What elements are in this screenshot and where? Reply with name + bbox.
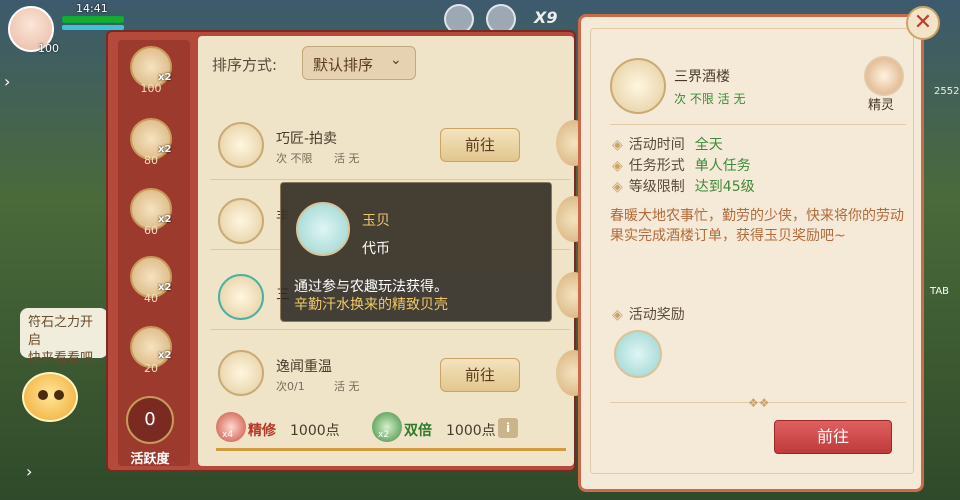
detail-row-key: 等级限制 xyxy=(628,179,685,195)
list-item-times: 次 不限 xyxy=(276,152,313,165)
expand-chat-arrow-icon[interactable]: › xyxy=(26,462,32,481)
notification-bubble[interactable]: 符石之力开启 快来看看吧 xyxy=(20,308,108,366)
tooltip-item-type: 代币 xyxy=(362,241,390,257)
detail-row: ◈ 等级限制 达到45级 xyxy=(612,176,755,196)
activity-reward-points: 80 xyxy=(144,154,158,167)
close-icon[interactable]: ✕ xyxy=(906,6,940,40)
item-icon xyxy=(218,198,264,244)
sort-label: 排序方式: xyxy=(212,56,278,74)
detail-row: ◈ 任务形式 单人任务 xyxy=(612,155,751,175)
chevron-down-icon: ⌄ xyxy=(390,52,402,68)
mascot-eye xyxy=(54,390,64,400)
detail-row-value: 达到45级 xyxy=(694,179,755,195)
list-item-active: 活 无 xyxy=(334,152,360,165)
clock-time: 14:41 xyxy=(76,2,108,15)
activity-reward-mult: x2 xyxy=(158,350,172,361)
detail-row-key: 任务形式 xyxy=(628,158,685,174)
detail-row-value: 全天 xyxy=(694,137,723,153)
mascot-icon[interactable] xyxy=(22,372,78,422)
refine-points: 1000点 xyxy=(290,423,340,439)
reward-heading-text: 活动奖励 xyxy=(628,307,685,323)
scroll-icon xyxy=(218,350,264,396)
auction-icon xyxy=(218,122,264,168)
multiplier-badge[interactable]: X9 xyxy=(534,8,557,27)
go-button[interactable]: 前往 xyxy=(440,128,520,162)
tooltip-flavor: 辛勤汗水换来的精致贝壳 xyxy=(294,297,448,313)
sprite-icon[interactable] xyxy=(864,56,904,96)
ornament-icon: ❖❖ xyxy=(748,396,770,410)
hp-bar xyxy=(62,16,124,23)
tooltip-desc: 通过参与农趣玩法获得。 xyxy=(294,279,448,295)
go-button[interactable]: 前往 xyxy=(440,358,520,392)
list-item-name: 巧匠-拍卖 xyxy=(276,131,338,147)
reward-heading: ◈ 活动奖励 xyxy=(612,304,685,324)
activity-reward-points: 20 xyxy=(144,362,158,375)
diamond-icon: ◈ xyxy=(612,307,623,323)
double-mult: x2 xyxy=(378,430,390,440)
tavern-icon xyxy=(218,274,264,320)
detail-row: ◈ 活动时间 全天 xyxy=(612,134,723,154)
refine-label: 精修 xyxy=(248,423,276,439)
expand-arrow-icon[interactable]: › xyxy=(4,72,10,91)
list-item-active: 活 无 xyxy=(334,380,360,393)
mascot-eye xyxy=(38,390,48,400)
detail-row-key: 活动时间 xyxy=(628,137,685,153)
player-level: 100 xyxy=(38,42,59,55)
detail-description: 春暖大地农事忙，勤劳的少侠，快来将你的劳动果实完成酒楼订单，获得玉贝奖励吧~ xyxy=(610,208,904,244)
tooltip-item-name: 玉贝 xyxy=(362,213,390,229)
activity-reward-points: 40 xyxy=(144,292,158,305)
double-label: 双倍 xyxy=(404,423,432,439)
detail-meta: 次 不限 活 无 xyxy=(674,92,746,106)
sort-dropdown-value: 默认排序 xyxy=(313,56,374,74)
notification-line-2: 快来看看吧 xyxy=(28,351,94,366)
detail-row-value: 单人任务 xyxy=(694,158,751,174)
diamond-icon: ◈ xyxy=(612,137,623,153)
refine-mult: x4 xyxy=(222,430,234,440)
info-icon[interactable]: i xyxy=(498,418,518,438)
activity-reward-points: 100 xyxy=(140,82,162,95)
diamond-icon: ◈ xyxy=(612,179,623,195)
tavern-icon xyxy=(610,58,666,114)
tab-hint[interactable]: TAB xyxy=(930,286,949,297)
list-item-times: 次0/1 xyxy=(276,380,305,393)
go-button[interactable]: 前往 xyxy=(774,420,892,454)
list-item-name: 逸闻重温 xyxy=(276,359,332,375)
detail-title: 三界酒楼 xyxy=(674,69,730,85)
diamond-icon: ◈ xyxy=(612,158,623,174)
divider xyxy=(610,124,906,125)
activity-total: 0 xyxy=(126,396,174,444)
divider xyxy=(216,448,566,451)
sprite-label[interactable]: 精灵 xyxy=(868,94,894,113)
activity-label: 活跃度 xyxy=(130,452,170,467)
notification-line-1: 符石之力开启 xyxy=(28,315,94,348)
shell-icon xyxy=(296,202,350,256)
right-edge-number: 2552 xyxy=(934,86,960,97)
double-points: 1000点 xyxy=(446,423,496,439)
activity-reward-points: 60 xyxy=(144,224,158,237)
shell-icon[interactable] xyxy=(614,330,662,378)
